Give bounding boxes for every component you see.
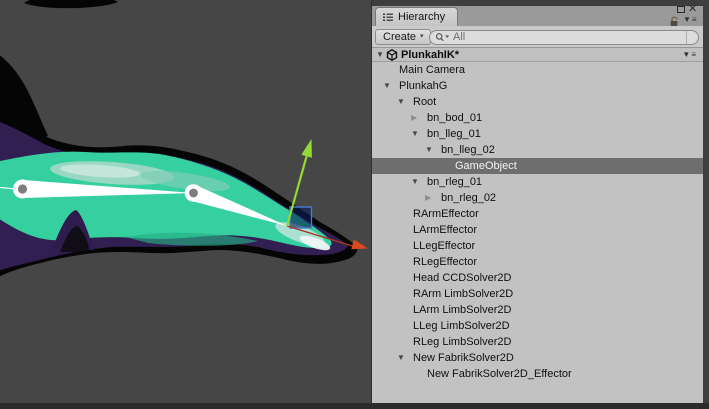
create-button-label: Create	[383, 30, 416, 44]
tab-hierarchy[interactable]: Hierarchy	[375, 7, 458, 26]
unity-cube-icon	[386, 49, 398, 61]
row-label: bn_rleg_02	[441, 192, 496, 204]
foldout-triangle[interactable]: ▼	[376, 50, 386, 59]
hierarchy-row[interactable]: New FabrikSolver2D_Effector	[372, 366, 703, 382]
foldout-triangle[interactable]: ▼	[411, 174, 427, 190]
hierarchy-row[interactable]: ▼bn_lleg_02	[372, 142, 703, 158]
foldout-triangle[interactable]: ▼	[383, 78, 399, 94]
hierarchy-row[interactable]: ▶bn_bod_01	[372, 110, 703, 126]
search-cancel-divider	[686, 31, 687, 44]
hierarchy-row[interactable]: LLeg LimbSolver2D	[372, 318, 703, 334]
row-label: RArm LimbSolver2D	[413, 288, 513, 300]
create-button[interactable]: Create ▾	[375, 29, 431, 45]
tab-label: Hierarchy	[398, 8, 445, 26]
foldout-triangle[interactable]: ▼	[397, 94, 413, 110]
row-label: bn_lleg_01	[427, 128, 481, 140]
hierarchy-row[interactable]: RLeg LimbSolver2D	[372, 334, 703, 350]
gizmo-xy-plane-handle[interactable]	[290, 207, 312, 228]
hierarchy-row[interactable]: ▼New FabrikSolver2D	[372, 350, 703, 366]
hierarchy-list-icon	[382, 12, 394, 22]
row-label: LArmEffector	[413, 224, 477, 236]
hierarchy-row[interactable]: ▼PlunkahG	[372, 78, 703, 94]
row-label: New FabrikSolver2D_Effector	[427, 368, 572, 380]
row-label: RLegEffector	[413, 256, 477, 268]
search-filter-value: All	[453, 31, 465, 44]
hierarchy-row[interactable]: ▼bn_rleg_01	[372, 174, 703, 190]
hierarchy-rows: Main Camera▼PlunkahG▼Root▶bn_bod_01▼bn_l…	[372, 62, 703, 382]
chevron-down-icon: ▾	[420, 30, 424, 44]
row-label: bn_bod_01	[427, 112, 482, 124]
bone-joint-dot	[18, 184, 27, 193]
close-icon[interactable]: ✕	[688, 2, 697, 15]
unity-editor-window: Hierarchy ✕ ▼≡ Create ▾ All	[0, 0, 709, 409]
hierarchy-row[interactable]: Main Camera	[372, 62, 703, 78]
row-label: Root	[413, 96, 436, 108]
hierarchy-row[interactable]: ▶bn_rleg_02	[372, 190, 703, 206]
hierarchy-row[interactable]: RArmEffector	[372, 206, 703, 222]
row-label: RArmEffector	[413, 208, 479, 220]
hierarchy-row[interactable]: Head CCDSolver2D	[372, 270, 703, 286]
search-input[interactable]: All	[429, 30, 699, 45]
pane-menu-icon[interactable]: ▼≡	[683, 15, 698, 24]
row-label: RLeg LimbSolver2D	[413, 336, 511, 348]
row-label: GameObject	[455, 160, 517, 172]
row-label: bn_rleg_01	[427, 176, 482, 188]
foldout-triangle[interactable]: ▶	[411, 110, 427, 126]
hierarchy-row[interactable]: RLegEffector	[372, 254, 703, 270]
row-label: Main Camera	[399, 64, 465, 76]
bone-joint-dot	[189, 189, 198, 198]
hierarchy-panel: Hierarchy ✕ ▼≡ Create ▾ All	[371, 0, 703, 403]
row-label: New FabrikSolver2D	[413, 352, 514, 364]
hierarchy-row[interactable]: LArmEffector	[372, 222, 703, 238]
hierarchy-row[interactable]: GameObject	[372, 158, 703, 174]
hierarchy-toolbar: Create ▾ All	[372, 26, 703, 48]
scene-header-row[interactable]: ▼ PlunkahIK* ▼≡	[372, 48, 703, 62]
foldout-triangle[interactable]: ▼	[425, 142, 441, 158]
hierarchy-row[interactable]: RArm LimbSolver2D	[372, 286, 703, 302]
hierarchy-row[interactable]: ▼Root	[372, 94, 703, 110]
scene-view[interactable]	[0, 0, 371, 403]
hierarchy-row[interactable]: LArm LimbSolver2D	[372, 302, 703, 318]
row-label: LLeg LimbSolver2D	[413, 320, 510, 332]
hierarchy-row[interactable]: ▼bn_lleg_01	[372, 126, 703, 142]
search-filter-icon[interactable]	[435, 32, 450, 43]
row-label: LArm LimbSolver2D	[413, 304, 511, 316]
row-label: PlunkahG	[399, 80, 447, 92]
row-label: Head CCDSolver2D	[413, 272, 511, 284]
hierarchy-row[interactable]: LLegEffector	[372, 238, 703, 254]
tab-bar: Hierarchy ✕ ▼≡	[372, 6, 703, 26]
scene-name-label: PlunkahIK*	[401, 49, 459, 61]
foldout-triangle[interactable]: ▶	[425, 190, 441, 206]
foldout-triangle[interactable]: ▼	[411, 126, 427, 142]
window-right-edge	[703, 0, 709, 403]
window-bottom-edge	[0, 403, 709, 409]
foldout-triangle[interactable]: ▼	[397, 350, 413, 366]
row-label: LLegEffector	[413, 240, 475, 252]
maximize-icon[interactable]	[677, 6, 685, 13]
row-label: bn_lleg_02	[441, 144, 495, 156]
scene-menu-icon[interactable]: ▼≡	[682, 50, 697, 59]
